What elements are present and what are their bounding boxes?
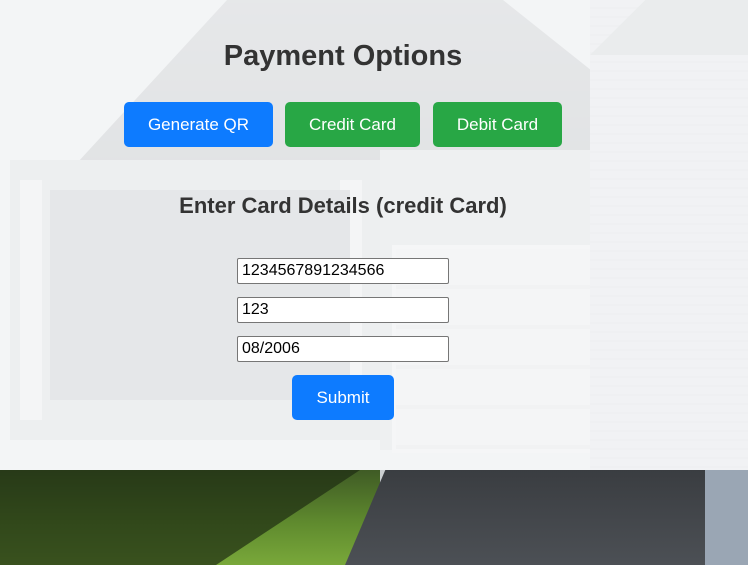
driveway — [345, 470, 748, 565]
generate-qr-button[interactable]: Generate QR — [124, 102, 273, 147]
page-title: Payment Options — [223, 40, 463, 72]
debit-card-button[interactable]: Debit Card — [433, 102, 562, 147]
page: Payment Options Generate QR Credit Card … — [0, 0, 748, 565]
credit-card-button[interactable]: Credit Card — [285, 102, 420, 147]
expiry-date-input[interactable] — [237, 336, 449, 362]
card-details-heading: Enter Card Details (credit Card) — [179, 193, 507, 218]
card-number-input[interactable] — [237, 258, 449, 284]
submit-button[interactable]: Submit — [292, 375, 394, 420]
cvv-input[interactable] — [237, 297, 449, 323]
payment-panel: Payment Options Generate QR Credit Card … — [0, 0, 748, 470]
